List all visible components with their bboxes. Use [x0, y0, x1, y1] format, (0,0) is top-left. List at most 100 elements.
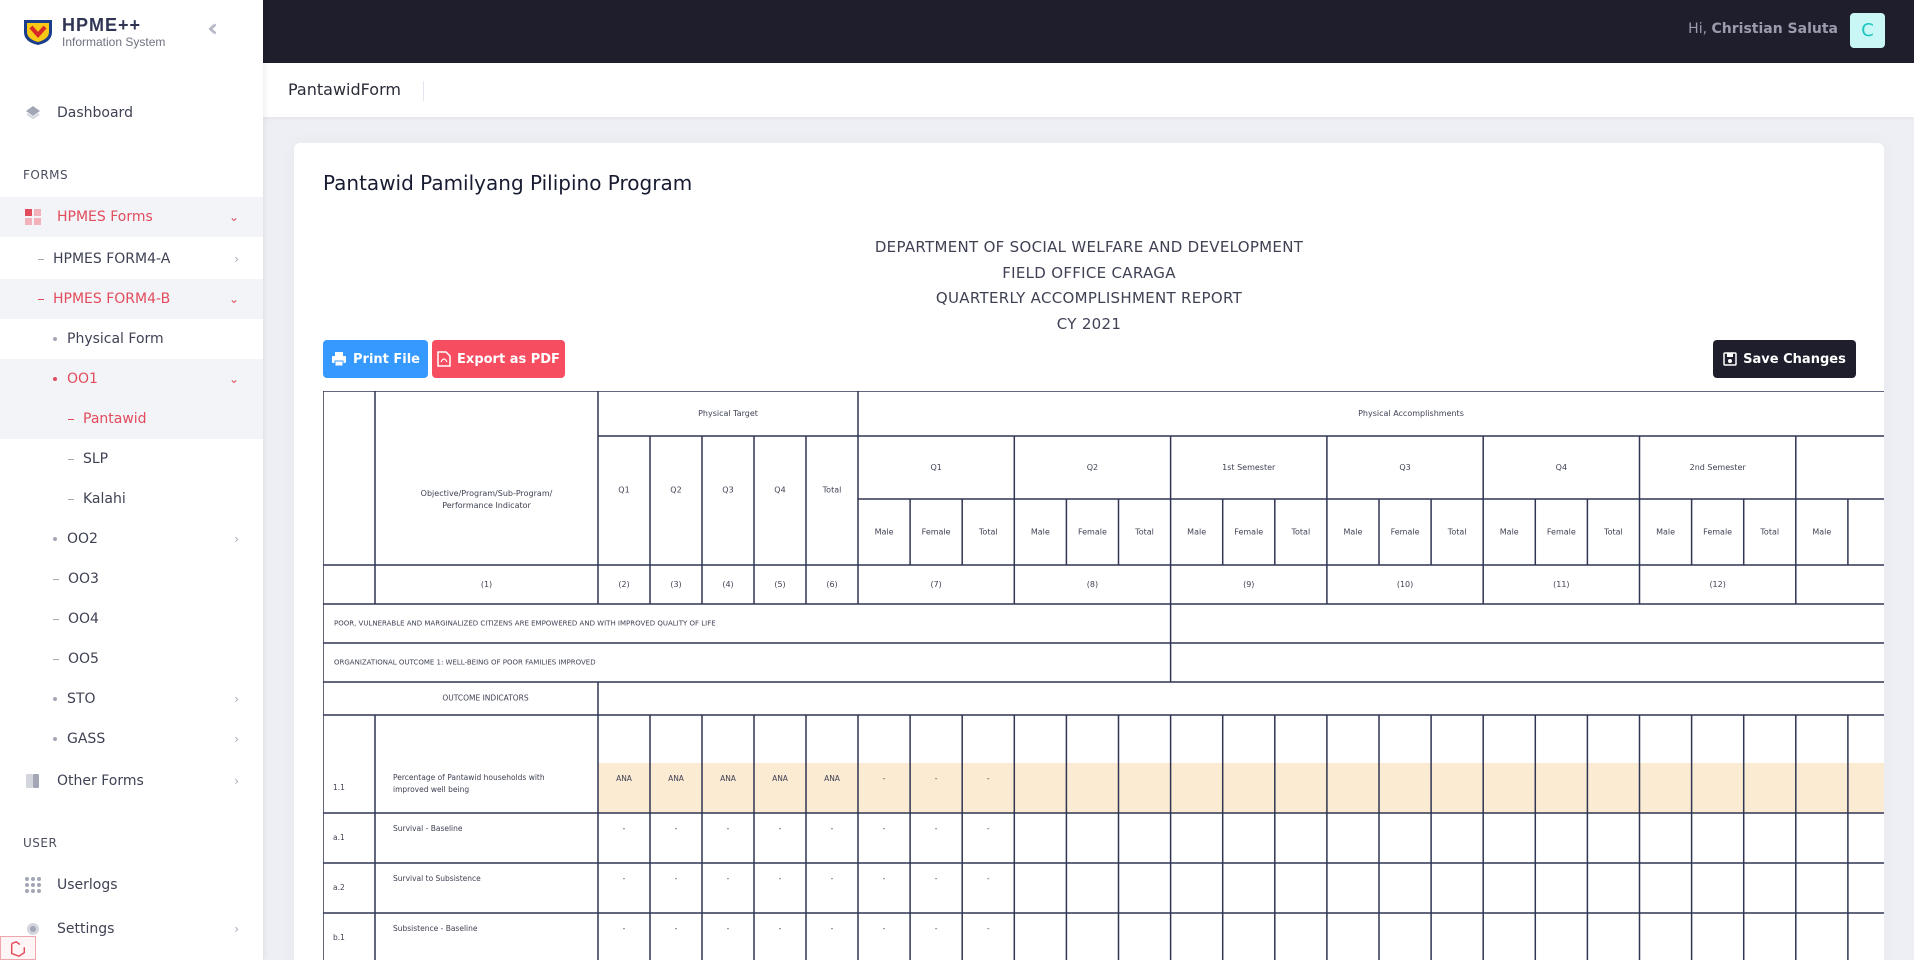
q1-cell: -: [935, 774, 938, 783]
col-number-5: (5): [774, 580, 785, 589]
outcome-indicators-label: OUTCOME INDICATORS: [442, 694, 529, 703]
target-col-q1: Q1: [618, 486, 629, 495]
chevron-down-icon: ⌄: [228, 372, 239, 386]
nav-settings[interactable]: Settings ›: [0, 909, 263, 949]
nav-other-forms-label: Other Forms: [57, 773, 144, 789]
nav-gass[interactable]: GASS ›: [0, 719, 263, 759]
print-file-label: Print File: [353, 351, 420, 367]
sub-col-header: Total: [978, 528, 998, 537]
q1-cell: -: [883, 774, 886, 783]
nav-form4b[interactable]: HPMES FORM4-B ⌄: [0, 279, 263, 319]
nav-oo3[interactable]: OO3: [0, 559, 263, 599]
period-header-3: Q3: [1399, 463, 1410, 472]
nav-form4a[interactable]: HPMES FORM4-A ›: [0, 239, 263, 279]
sub-col-header: Male: [1187, 528, 1206, 537]
printer-icon: [332, 352, 346, 367]
nav-pantawid-label: Pantawid: [83, 411, 147, 427]
sub-col-header: Female: [1234, 528, 1263, 537]
dashboard-icon: [26, 106, 40, 120]
content-card: Pantawid Pamilyang Pilipino Program DEPA…: [294, 143, 1884, 960]
sub-col-header: Total: [1134, 528, 1154, 537]
export-pdf-button[interactable]: Export as PDF: [432, 340, 565, 378]
chevron-down-icon: ⌄: [228, 210, 239, 224]
sub-col-header: Total: [1603, 528, 1623, 537]
row-label: Survival - Baseline: [393, 824, 463, 833]
target-cell: -: [675, 824, 678, 833]
target-cell: -: [623, 874, 626, 883]
sub-col-header: Female: [922, 528, 951, 537]
framework-logo-icon[interactable]: [0, 936, 36, 960]
card-title: Pantawid Pamilyang Pilipino Program: [323, 171, 693, 195]
page-title: PantawidForm: [288, 80, 401, 99]
bullet-dash-icon: [68, 418, 74, 420]
report-line-2: FIELD OFFICE CARAGA: [1002, 264, 1176, 282]
topbar: Hi, Christian Saluta C: [263, 0, 1914, 63]
print-file-button[interactable]: Print File: [323, 340, 428, 378]
q1-cell: -: [935, 874, 938, 883]
nav-pantawid[interactable]: Pantawid: [0, 399, 263, 439]
row-code: 1.1: [333, 783, 345, 792]
banner-row-1: POOR, VULNERABLE AND MARGINALIZED CITIZE…: [334, 620, 716, 628]
nav-other-forms[interactable]: Other Forms ›: [0, 761, 263, 801]
q1-cell: -: [987, 824, 990, 833]
chevron-right-icon: ›: [234, 922, 239, 936]
nav-physical-form[interactable]: Physical Form: [0, 319, 263, 359]
sub-col-header: Male: [1343, 528, 1362, 537]
chevron-right-icon: ›: [234, 732, 239, 746]
q1-cell: -: [935, 824, 938, 833]
target-cell: ANA: [668, 774, 685, 783]
objective-header-line1: Objective/Program/Sub-Program/: [421, 489, 553, 498]
chevron-down-icon: ⌄: [228, 292, 239, 306]
target-cell: -: [831, 924, 834, 933]
period-header-2: 1st Semester: [1222, 463, 1276, 472]
period-header-0: Q1: [930, 463, 941, 472]
nav-userlogs[interactable]: Userlogs: [0, 865, 263, 905]
nav-gass-label: GASS: [67, 731, 106, 747]
collapse-sidebar-icon[interactable]: ‹‹: [207, 16, 229, 40]
sidebar: HPME++ Information System ‹‹ Dashboard F…: [0, 0, 263, 960]
nav-dashboard[interactable]: Dashboard: [0, 93, 263, 133]
target-cell: -: [779, 924, 782, 933]
col-number-9: (9): [1243, 580, 1254, 589]
target-cell: -: [831, 824, 834, 833]
target-cell: -: [727, 924, 730, 933]
nav-slp[interactable]: SLP: [0, 439, 263, 479]
nav-sto-label: STO: [67, 691, 96, 707]
nav-sto[interactable]: STO ›: [0, 679, 263, 719]
sub-col-header: Total: [1291, 528, 1311, 537]
save-changes-button[interactable]: Save Changes: [1713, 340, 1856, 378]
col-number-11: (11): [1553, 580, 1569, 589]
row-label: Survival to Subsistence: [393, 874, 481, 883]
bullet-dash-icon: [53, 658, 59, 660]
nav-oo5[interactable]: OO5: [0, 639, 263, 679]
nav-oo5-label: OO5: [68, 651, 99, 667]
target-col-q4: Q4: [774, 486, 785, 495]
save-changes-label: Save Changes: [1743, 351, 1846, 367]
row-label: Percentage of Pantawid households with: [393, 773, 545, 782]
subheader: PantawidForm: [263, 63, 1914, 117]
target-col-q2: Q2: [670, 486, 681, 495]
nav-settings-label: Settings: [57, 921, 115, 937]
bullet-dot-icon: [53, 337, 57, 341]
nav-oo4[interactable]: OO4: [0, 599, 263, 639]
col-number-6: (6): [826, 580, 837, 589]
sub-col-header: Female: [1391, 528, 1420, 537]
target-col-q3: Q3: [722, 486, 733, 495]
period-header-4: Q4: [1556, 463, 1567, 472]
col-number-8: (8): [1087, 580, 1098, 589]
bullet-dash-icon: [38, 298, 44, 300]
bullet-dash-icon: [68, 458, 74, 460]
brand[interactable]: HPME++ Information System: [22, 16, 165, 48]
chevron-right-icon: ›: [234, 774, 239, 788]
bullet-dash-icon: [53, 618, 59, 620]
nav-oo1-label: OO1: [67, 371, 98, 387]
avatar[interactable]: C: [1850, 13, 1885, 48]
user-greeting[interactable]: Hi, Christian Saluta: [1688, 21, 1838, 37]
nav-oo1[interactable]: OO1 ⌄: [0, 359, 263, 399]
physical-accomplishments-header: Physical Accomplishments: [1358, 409, 1464, 418]
nav-hpmes-forms[interactable]: HPMES Forms ⌄: [0, 197, 263, 237]
bullet-dot-icon: [53, 697, 57, 701]
nav-kalahi[interactable]: Kalahi: [0, 479, 263, 519]
nav-slp-label: SLP: [83, 451, 109, 467]
nav-oo2[interactable]: OO2 ›: [0, 519, 263, 559]
